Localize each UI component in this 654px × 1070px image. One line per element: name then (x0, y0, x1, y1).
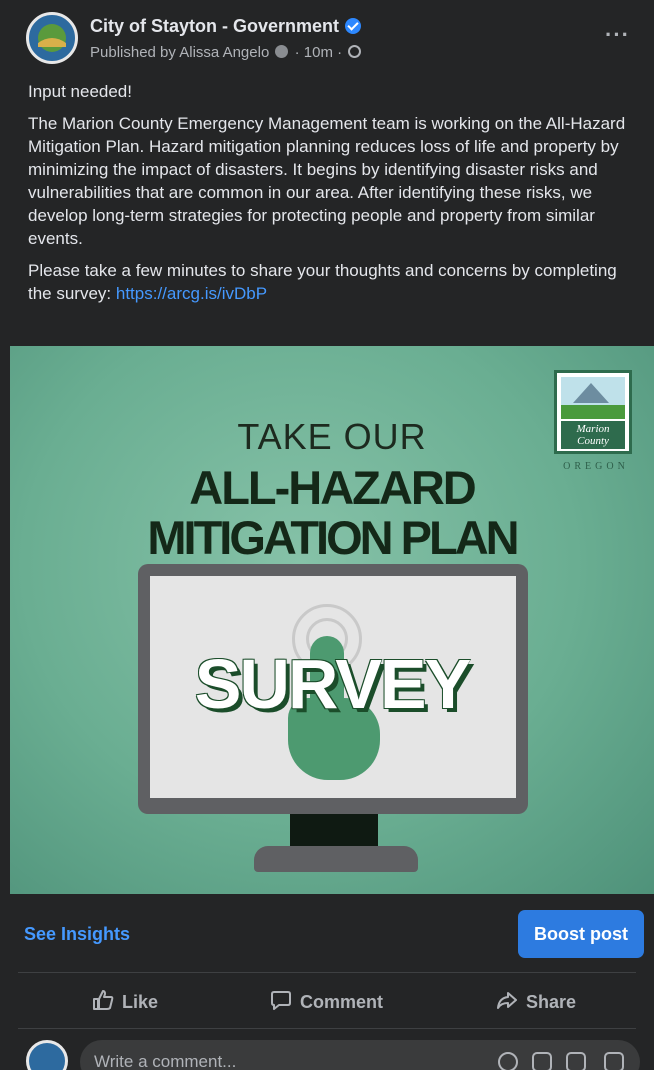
post-text: Input needed! The Marion County Emergenc… (28, 80, 634, 314)
page-name[interactable]: City of Stayton - Government (90, 16, 362, 37)
share-button[interactable]: Share (496, 982, 576, 1022)
city-seal-icon (30, 16, 74, 60)
post-header: City of Stayton - Government Published b… (0, 0, 654, 72)
verified-badge-icon (345, 18, 362, 34)
comment-placeholder: Write a comment... (94, 1052, 237, 1070)
facebook-post: City of Stayton - Government Published b… (0, 0, 654, 1070)
gif-icon[interactable] (566, 1052, 586, 1070)
sticker-icon[interactable] (604, 1052, 624, 1070)
monitor-stand (290, 814, 378, 850)
comment-button[interactable]: Comment (270, 982, 383, 1022)
like-label: Like (122, 992, 159, 1012)
survey-link[interactable]: https://arcg.is/ivDbP (116, 284, 267, 303)
emoji-icon[interactable] (498, 1052, 518, 1070)
page-avatar[interactable] (26, 12, 78, 64)
see-insights-link[interactable]: See Insights (24, 924, 130, 945)
globe-icon (348, 45, 362, 58)
image-line-1: TAKE OUR (237, 416, 427, 457)
survey-text: SURVEY (194, 645, 472, 723)
post-time[interactable]: · 10m · (295, 44, 343, 61)
comment-icon (271, 991, 291, 1010)
boost-post-button[interactable]: Boost post (518, 910, 644, 958)
info-icon (275, 45, 289, 58)
commenter-avatar[interactable] (26, 1040, 68, 1070)
published-by[interactable]: Published by Alissa Angelo (90, 44, 269, 61)
share-label: Share (526, 992, 577, 1012)
divider (18, 1028, 636, 1029)
camera-icon[interactable] (532, 1052, 552, 1070)
post-intro: Input needed! (28, 82, 132, 101)
divider (18, 972, 636, 973)
image-line-2: ALL-HAZARD (189, 461, 476, 514)
monitor-base (254, 846, 418, 872)
more-options-button[interactable]: ··· (605, 22, 630, 48)
post-image[interactable]: Marion County OREGON TAKE OUR ALL-HAZARD… (10, 346, 654, 894)
post-body: The Marion County Emergency Management t… (28, 114, 626, 248)
comment-label: Comment (300, 992, 384, 1012)
like-button[interactable]: Like (92, 982, 158, 1022)
share-arrow-icon (497, 992, 517, 1009)
post-meta: Published by Alissa Angelo · 10m · (90, 44, 362, 61)
post-cta: Please take a few minutes to share your … (28, 259, 634, 305)
thumbs-up-icon (93, 990, 114, 1010)
image-line-3: MITIGATION PLAN (147, 511, 519, 564)
